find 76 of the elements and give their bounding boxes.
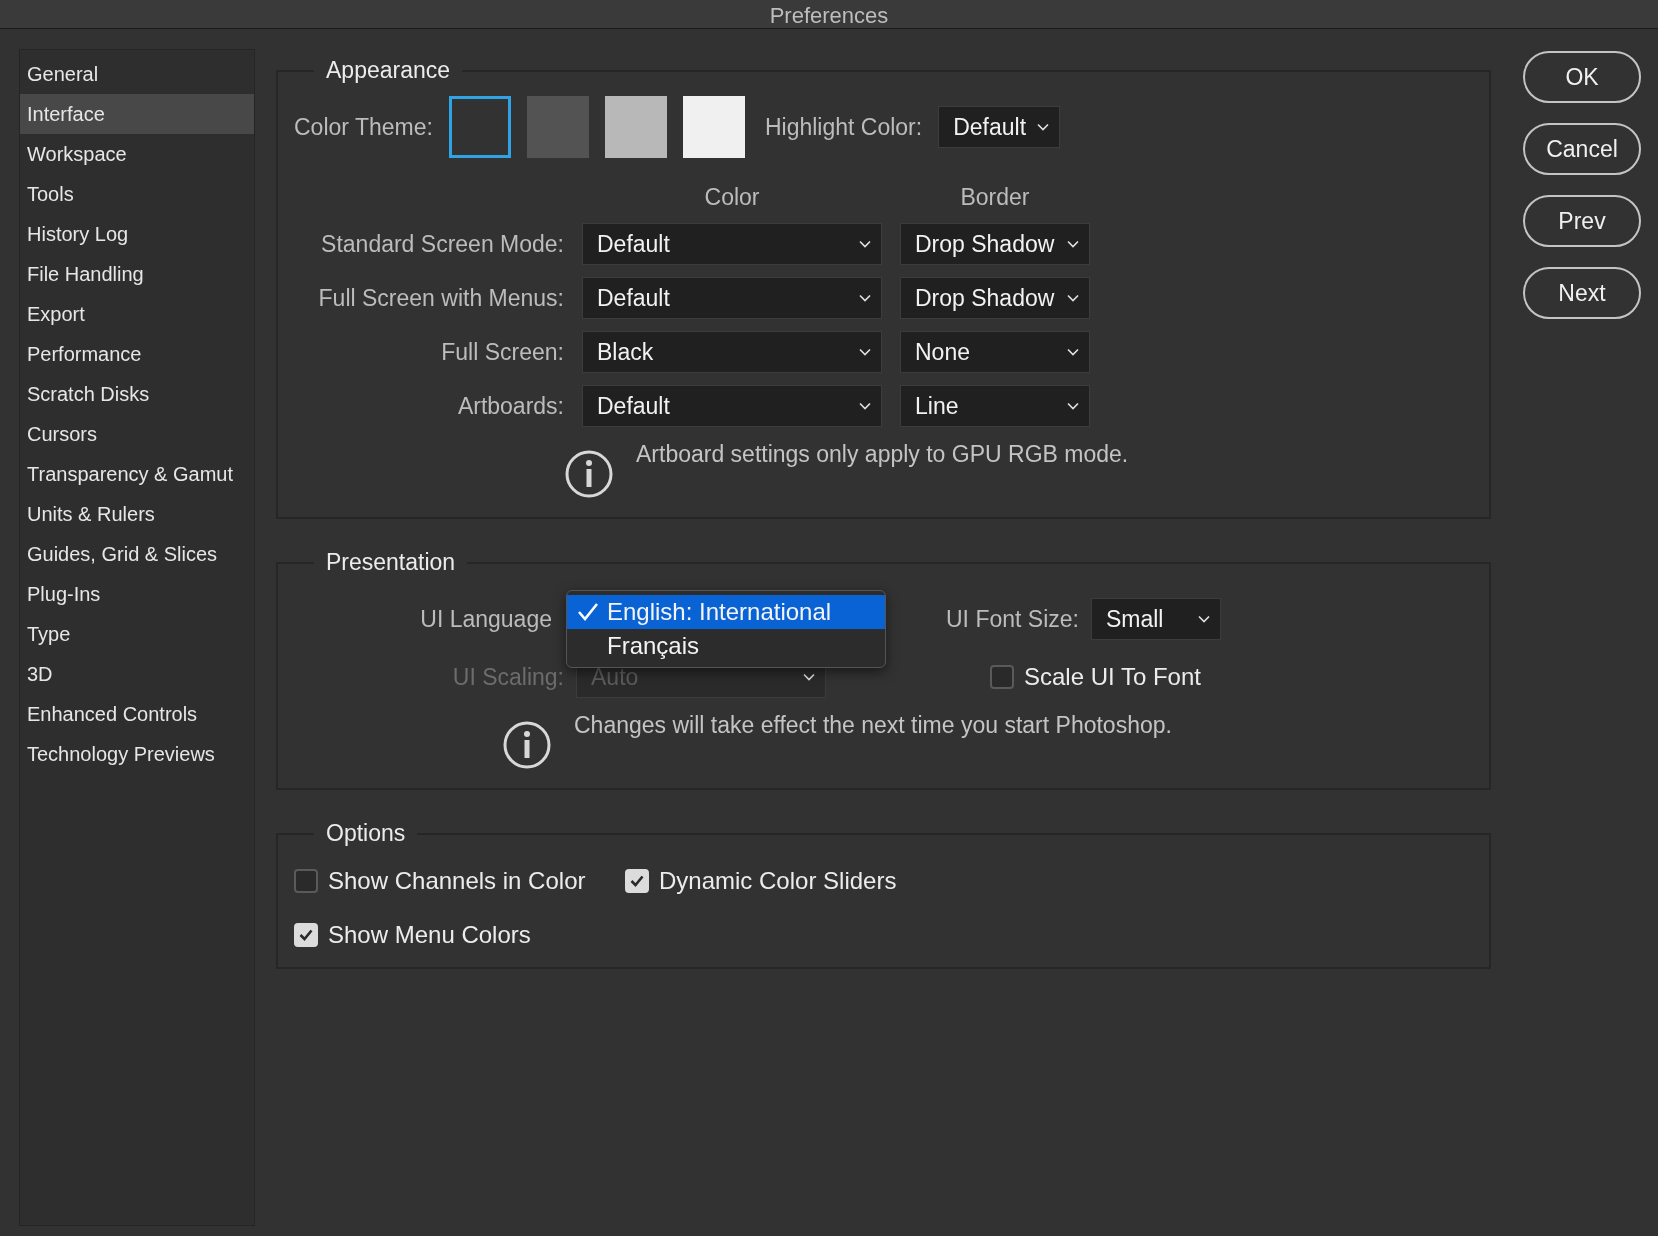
dialog-button[interactable]: Cancel: [1523, 123, 1641, 175]
dropdown[interactable]: Default: [582, 385, 882, 427]
field-label: UI Language: [419, 605, 553, 633]
sidebar-item[interactable]: Scratch Disks: [20, 374, 254, 414]
sidebar-item[interactable]: Guides, Grid & Slices: [20, 534, 254, 574]
info-text: Artboard settings only apply to GPU RGB mode.: [636, 441, 1129, 468]
check-icon: [577, 602, 599, 622]
field-label: Full Screen with Menus:: [317, 284, 564, 312]
field-label: Full Screen:: [440, 338, 564, 366]
checkbox[interactable]: [294, 869, 318, 893]
group-title: Appearance: [325, 57, 452, 84]
sidebar-item[interactable]: Enhanced Controls: [20, 694, 254, 734]
caret-icon: [859, 294, 871, 302]
caret-icon: [1067, 294, 1079, 302]
sidebar-item[interactable]: History Log: [20, 214, 254, 254]
sidebar-item[interactable]: General: [20, 54, 254, 94]
dropdown[interactable]: Default: [582, 223, 882, 265]
window-title: Preferences: [769, 4, 889, 28]
dropdown[interactable]: Drop Shadow: [900, 277, 1090, 319]
check-icon: [299, 929, 313, 941]
dropdown[interactable]: None: [900, 331, 1090, 373]
sidebar-item[interactable]: Plug-Ins: [20, 574, 254, 614]
caret-icon: [803, 673, 815, 681]
sidebar-item[interactable]: Export: [20, 294, 254, 334]
dropdown[interactable]: Black: [582, 331, 882, 373]
dropdown[interactable]: Drop Shadow: [900, 223, 1090, 265]
checkbox[interactable]: [990, 665, 1014, 689]
caret-icon: [1067, 240, 1079, 248]
checkbox-label: Show Channels in Color: [328, 867, 586, 895]
menu-item[interactable]: English: International: [567, 595, 885, 629]
column-header: Color: [703, 184, 761, 211]
dialog-button[interactable]: Prev: [1523, 195, 1641, 247]
field-label: UI Scaling:: [451, 663, 564, 691]
sidebar-item[interactable]: File Handling: [20, 254, 254, 294]
theme-swatch[interactable]: [682, 96, 745, 158]
group-title: Presentation: [325, 549, 457, 576]
sidebar-item[interactable]: Workspace: [20, 134, 254, 174]
theme-swatch[interactable]: [448, 96, 511, 158]
dialog-button[interactable]: OK: [1523, 51, 1641, 103]
sidebar-item[interactable]: Type: [20, 614, 254, 654]
sidebar-item[interactable]: 3D: [20, 654, 254, 694]
info-text: Changes will take effect the next time you start Photoshop.: [574, 712, 1172, 739]
caret-icon: [1037, 123, 1050, 131]
info-icon: [564, 449, 614, 499]
field-label: UI Font Size:: [946, 605, 1079, 633]
group-title: Options: [325, 820, 407, 847]
caret-icon: [859, 240, 871, 248]
dialog-button[interactable]: Next: [1523, 267, 1641, 319]
dropdown[interactable]: Default: [582, 277, 882, 319]
caret-icon: [859, 348, 871, 356]
theme-swatch[interactable]: [526, 96, 589, 158]
sidebar-item[interactable]: Tools: [20, 174, 254, 214]
sidebar-item[interactable]: Interface: [20, 94, 254, 134]
field-label: Standard Screen Mode:: [320, 230, 564, 258]
caret-icon: [1197, 615, 1210, 623]
sidebar-item[interactable]: Performance: [20, 334, 254, 374]
checkbox-label: Scale UI To Font: [1024, 663, 1201, 691]
info-icon: [502, 720, 552, 770]
sidebar-item[interactable]: Units & Rulers: [20, 494, 254, 534]
dropdown[interactable]: Default: [938, 106, 1061, 148]
sidebar-item[interactable]: Technology Previews: [20, 734, 254, 774]
checkbox-label: Dynamic Color Sliders: [659, 867, 897, 895]
caret-icon: [859, 402, 871, 410]
caret-icon: [1067, 348, 1079, 356]
field-label: Color Theme:: [294, 113, 433, 141]
dropdown[interactable]: Line: [900, 385, 1090, 427]
sidebar-item[interactable]: Transparency & Gamut: [20, 454, 254, 494]
column-header: Border: [959, 184, 1031, 211]
check-icon: [630, 875, 644, 887]
field-label: Highlight Color:: [764, 113, 923, 141]
dropdown[interactable]: Small: [1090, 598, 1221, 640]
sidebar-item[interactable]: Cursors: [20, 414, 254, 454]
checkbox-label: Show Menu Colors: [328, 921, 531, 949]
theme-swatch[interactable]: [604, 96, 667, 158]
caret-icon: [1067, 402, 1079, 410]
field-label: Artboards:: [456, 392, 564, 420]
